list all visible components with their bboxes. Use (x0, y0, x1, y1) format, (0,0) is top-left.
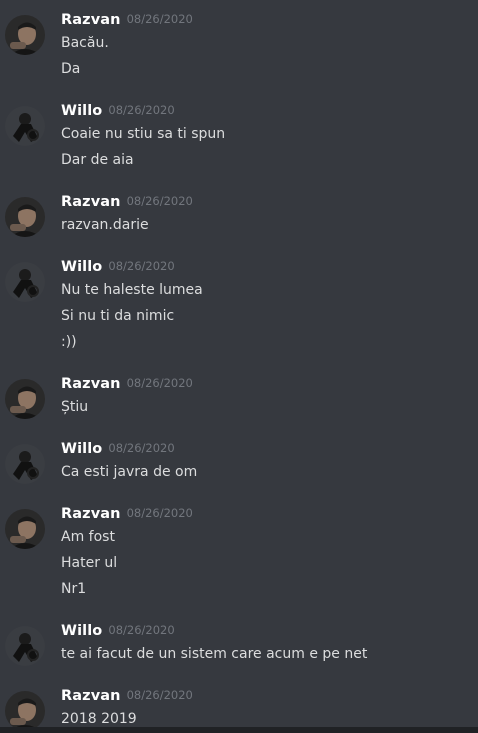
message-header: Willo 08/26/2020 (61, 256, 175, 276)
message-header: Razvan 08/26/2020 (61, 503, 193, 523)
username[interactable]: Razvan (61, 376, 121, 392)
username[interactable]: Willo (61, 623, 102, 639)
username[interactable]: Willo (61, 259, 102, 275)
message-text: razvan.darie (61, 217, 149, 233)
username[interactable]: Willo (61, 103, 102, 119)
willo-avatar-icon[interactable] (5, 444, 45, 484)
timestamp: 08/26/2020 (126, 688, 193, 702)
razvan-avatar-icon[interactable] (5, 15, 45, 55)
message-text: :)) (61, 334, 77, 350)
razvan-avatar-icon[interactable] (5, 379, 45, 419)
message-text: Știu (61, 399, 89, 415)
razvan-avatar-icon[interactable] (5, 509, 45, 549)
willo-avatar-icon[interactable] (5, 262, 45, 302)
username[interactable]: Willo (61, 441, 102, 457)
message-header: Willo 08/26/2020 (61, 620, 175, 640)
timestamp: 08/26/2020 (126, 12, 193, 26)
message-text: Dar de aia (61, 152, 134, 168)
scrollbar-thumb[interactable] (0, 727, 478, 733)
chat-messages: Razvan 08/26/2020 Bacău. Da Willo 08/26/20… (0, 0, 478, 733)
message-text: te ai facut de un sistem care acum e pe … (61, 646, 368, 662)
message-header: Willo 08/26/2020 (61, 100, 175, 120)
timestamp: 08/26/2020 (108, 623, 175, 637)
username[interactable]: Razvan (61, 688, 121, 704)
message-text: Ca esti javra de om (61, 464, 198, 480)
timestamp: 08/26/2020 (108, 441, 175, 455)
timestamp: 08/26/2020 (126, 376, 193, 390)
razvan-avatar-icon[interactable] (5, 691, 45, 731)
message-text: Nr1 (61, 581, 87, 597)
razvan-avatar-icon[interactable] (5, 197, 45, 237)
willo-avatar-icon[interactable] (5, 106, 45, 146)
horizontal-scrollbar[interactable] (0, 727, 478, 733)
message-header: Razvan 08/26/2020 (61, 685, 193, 705)
message-text: Nu te haleste lumea (61, 282, 203, 298)
username[interactable]: Razvan (61, 506, 121, 522)
willo-avatar-icon[interactable] (5, 626, 45, 666)
timestamp: 08/26/2020 (108, 259, 175, 273)
timestamp: 08/26/2020 (126, 194, 193, 208)
message-header: Razvan 08/26/2020 (61, 191, 193, 211)
timestamp: 08/26/2020 (108, 103, 175, 117)
username[interactable]: Razvan (61, 194, 121, 210)
message-text: Hater ul (61, 555, 118, 571)
message-text: 2018 2019 (61, 711, 137, 727)
message-text: Si nu ti da nimic (61, 308, 175, 324)
message-text: Coaie nu stiu sa ti spun (61, 126, 226, 142)
message-text: Am fost (61, 529, 115, 545)
username[interactable]: Razvan (61, 12, 121, 28)
message-header: Razvan 08/26/2020 (61, 9, 193, 29)
message-text: Bacău. (61, 35, 109, 51)
timestamp: 08/26/2020 (126, 506, 193, 520)
message-text: Da (61, 61, 81, 77)
message-header: Willo 08/26/2020 (61, 438, 175, 458)
message-header: Razvan 08/26/2020 (61, 373, 193, 393)
